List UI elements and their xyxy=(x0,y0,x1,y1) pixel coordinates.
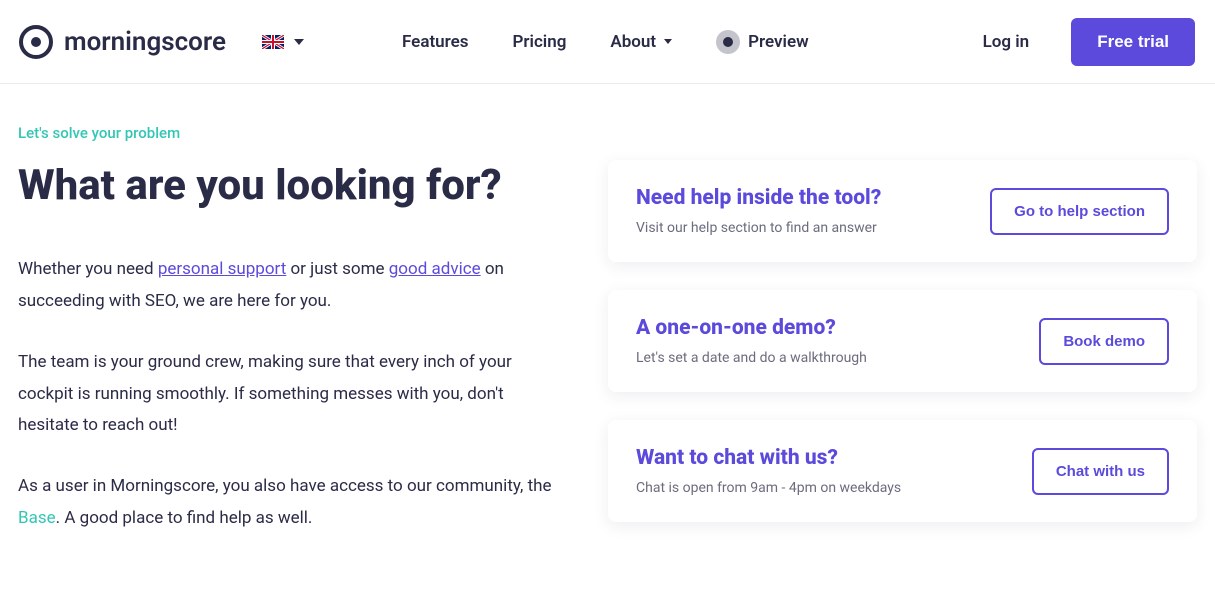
card-chat: Want to chat with us? Chat is open from … xyxy=(608,420,1197,522)
card-title: Want to chat with us? xyxy=(636,446,901,470)
free-trial-button[interactable]: Free trial xyxy=(1071,18,1195,66)
nav-preview-label: Preview xyxy=(748,32,809,52)
good-advice-link[interactable]: good advice xyxy=(389,259,481,279)
nav-pricing[interactable]: Pricing xyxy=(513,32,567,52)
nav-about[interactable]: About xyxy=(610,32,672,52)
intro-paragraph-3: As a user in Morningscore, you also have… xyxy=(18,471,558,534)
go-to-help-button[interactable]: Go to help section xyxy=(990,188,1169,235)
intro-paragraph-2: The team is your ground crew, making sur… xyxy=(18,347,558,441)
page-title: What are you looking for? xyxy=(18,162,558,210)
login-link[interactable]: Log in xyxy=(983,32,1030,52)
intro-paragraph-1: Whether you need personal support or jus… xyxy=(18,254,558,317)
card-subtitle: Let's set a date and do a walkthrough xyxy=(636,350,867,366)
brand-name: morningscore xyxy=(64,27,226,57)
main-nav: Features Pricing About Preview xyxy=(402,30,809,54)
nav-about-label: About xyxy=(610,32,656,52)
pulse-icon xyxy=(716,30,740,54)
card-subtitle: Visit our help section to find an answer xyxy=(636,220,881,236)
nav-preview[interactable]: Preview xyxy=(716,30,809,54)
logo-icon xyxy=(18,24,54,60)
header-right: Log in Free trial xyxy=(983,18,1195,66)
nav-features[interactable]: Features xyxy=(402,32,469,52)
chevron-down-icon xyxy=(664,39,672,44)
card-title: Need help inside the tool? xyxy=(636,186,881,210)
card-demo: A one-on-one demo? Let's set a date and … xyxy=(608,290,1197,392)
main-content: Let's solve your problem What are you lo… xyxy=(0,84,1215,604)
eyebrow-text: Let's solve your problem xyxy=(18,124,558,142)
site-header: morningscore Features Pricing About Prev… xyxy=(0,0,1215,84)
card-title: A one-on-one demo? xyxy=(636,316,867,340)
hero-left: Let's solve your problem What are you lo… xyxy=(18,124,558,564)
chat-with-us-button[interactable]: Chat with us xyxy=(1032,448,1169,495)
brand-logo[interactable]: morningscore xyxy=(18,24,226,60)
card-subtitle: Chat is open from 9am - 4pm on weekdays xyxy=(636,480,901,496)
personal-support-link[interactable]: personal support xyxy=(158,259,286,279)
help-cards: Need help inside the tool? Visit our hel… xyxy=(608,160,1197,564)
book-demo-button[interactable]: Book demo xyxy=(1039,318,1169,365)
chevron-down-icon xyxy=(294,39,304,45)
uk-flag-icon xyxy=(262,35,284,49)
base-link[interactable]: Base xyxy=(18,508,56,528)
card-help-section: Need help inside the tool? Visit our hel… xyxy=(608,160,1197,262)
language-selector[interactable] xyxy=(262,35,304,49)
